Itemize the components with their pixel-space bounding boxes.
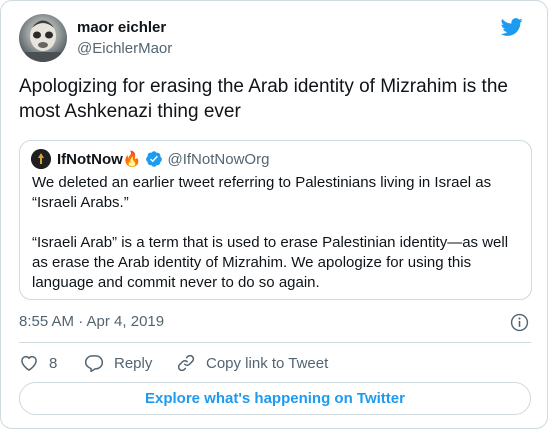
quoted-author-avatar[interactable] — [31, 149, 51, 169]
quoted-paragraph-2: “Israeli Arab” is a term that is used to… — [32, 234, 509, 291]
like-count: 8 — [49, 354, 58, 372]
info-icon[interactable] — [510, 313, 529, 332]
tweet-body-text: Apologizing for erasing the Arab identit… — [19, 76, 508, 122]
quoted-paragraph-1: We deleted an earlier tweet referring to… — [32, 174, 492, 211]
copy-link-label: Copy link to Tweet — [206, 354, 329, 372]
copy-link-button[interactable]: Copy link to Tweet — [176, 353, 328, 373]
tweet-actions: 8 Reply Copy link to Tweet — [19, 353, 328, 373]
reply-icon — [84, 355, 104, 373]
heart-icon — [21, 355, 37, 371]
like-button[interactable]: 8 — [19, 353, 79, 373]
quoted-tweet[interactable]: IfNotNow🔥 @IfNotNowOrg We deleted an ear… — [19, 140, 532, 300]
twitter-bird-icon[interactable] — [501, 16, 523, 38]
tweet-header: maor eichler @EichlerMaor — [19, 13, 531, 63]
reply-label: Reply — [114, 354, 153, 372]
embedded-tweet-card: maor eichler @EichlerMaor Apologizing fo… — [0, 0, 548, 429]
quoted-tweet-text: We deleted an earlier tweet referring to… — [32, 173, 522, 293]
divider — [19, 342, 531, 343]
quoted-author-display-name[interactable]: IfNotNow🔥 — [57, 150, 142, 168]
author-display-name[interactable]: maor eichler — [77, 18, 172, 37]
quoted-author-handle[interactable]: @IfNotNowOrg — [168, 151, 270, 168]
verified-badge-icon — [145, 151, 162, 167]
explore-twitter-button[interactable]: Explore what's happening on Twitter — [19, 382, 531, 415]
reply-button[interactable]: Reply — [84, 353, 176, 373]
link-icon — [177, 354, 195, 372]
author-names: maor eichler @EichlerMaor — [77, 18, 172, 58]
tweet-timestamp[interactable]: 8:55 AM · Apr 4, 2019 — [19, 313, 164, 330]
author-avatar[interactable] — [19, 14, 67, 62]
quoted-tweet-header: IfNotNow🔥 @IfNotNowOrg — [31, 149, 269, 169]
author-handle[interactable]: @EichlerMaor — [77, 39, 172, 58]
